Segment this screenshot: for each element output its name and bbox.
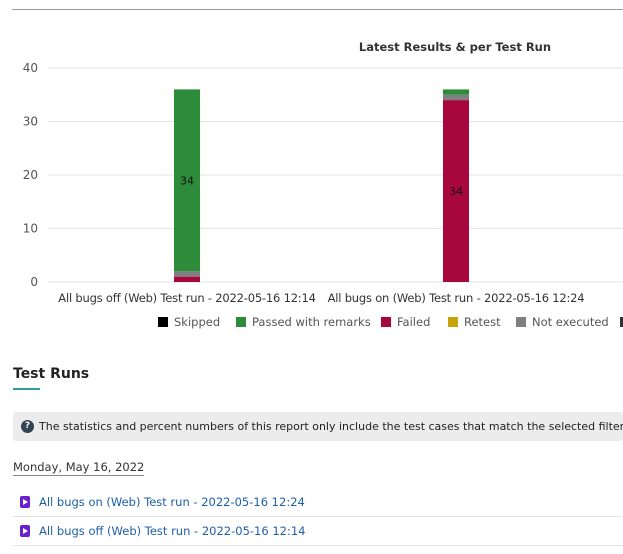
legend-item-label[interactable]: Not executed [532,315,609,329]
legend-swatch[interactable] [516,317,526,327]
chart-title: Latest Results & per Test Run [359,40,551,54]
test-run-row[interactable]: All bugs on (Web) Test run - 2022-05-16 … [13,488,623,517]
legend-item-label[interactable]: Passed with remarks [252,315,371,329]
test-run-link[interactable]: All bugs off (Web) Test run - 2022-05-16… [39,524,305,538]
y-tick-label: 30 [23,115,38,129]
legend-item-label[interactable]: Skipped [174,315,220,329]
legend-item-label[interactable]: Retest [464,315,501,329]
test-run-icon [20,525,30,537]
legend-item-label[interactable]: Failed [397,315,430,329]
section-underline [13,388,40,390]
chart-data-labels: 34 34 [180,174,463,198]
bar-data-label: 34 [449,185,463,198]
x-category-label: All bugs off (Web) Test run - 2022-05-16… [58,291,315,305]
y-tick-label: 40 [23,61,38,75]
legend-swatch[interactable] [158,317,168,327]
legend-swatch[interactable] [381,317,391,327]
top-divider [12,9,623,10]
test-run-icon [20,496,30,508]
y-tick-label: 20 [23,168,38,182]
y-tick-label: 10 [23,222,38,236]
run-date-label: Monday, May 16, 2022 [13,460,145,476]
bar-segment[interactable] [443,94,469,101]
chart-legend[interactable]: Skipped Passed with remarks Failed Retest No… [158,315,623,329]
bar-segment[interactable] [174,276,200,282]
y-tick-label: 0 [30,275,38,289]
bar-segment[interactable] [174,271,200,277]
test-run-row[interactable]: All bugs off (Web) Test run - 2022-05-16… [13,517,623,546]
legend-swatch[interactable] [236,317,246,327]
chart-grid: 0 10 20 30 40 All bugs off (Web) Test run - 2… [23,61,623,305]
x-category-label: All bugs on (Web) Test run - 2022-05-16 … [328,291,585,305]
results-chart: Latest Results & per Test Run 0 10 20 30 40 A… [23,40,623,329]
info-banner: ? The statistics and percent numbers of … [13,412,623,441]
info-text: The statistics and percent numbers of th… [39,420,623,433]
bar-segment[interactable] [443,89,469,95]
question-circle-icon: ? [21,420,34,433]
chart-bars [174,89,469,282]
test-runs-title: Test Runs [13,366,90,382]
bar-data-label: 34 [180,174,194,187]
test-run-link[interactable]: All bugs on (Web) Test run - 2022-05-16 … [39,495,305,509]
legend-swatch[interactable] [448,317,458,327]
